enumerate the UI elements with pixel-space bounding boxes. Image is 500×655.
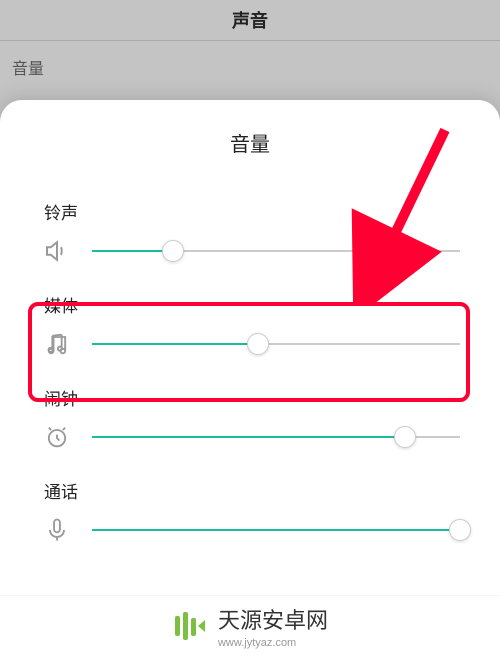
volume-modal: 音量 铃声 媒体 xyxy=(0,100,500,655)
volume-row-alarm: 闹钟 xyxy=(0,379,500,472)
modal-title: 音量 xyxy=(0,128,500,157)
media-label: 媒体 xyxy=(44,292,460,317)
ringtone-slider[interactable] xyxy=(92,239,460,263)
microphone-icon xyxy=(40,513,74,547)
volume-row-call: 通话 xyxy=(0,472,500,565)
page-header: 声音 xyxy=(0,0,500,40)
bg-section-label: 音量 xyxy=(0,41,500,87)
call-label: 通话 xyxy=(44,478,460,503)
call-slider[interactable] xyxy=(92,518,460,542)
alarm-label: 闹钟 xyxy=(44,385,460,410)
music-note-icon xyxy=(40,327,74,361)
watermark-title: 天源安卓网 xyxy=(218,603,328,635)
volume-row-media: 媒体 xyxy=(0,286,500,379)
watermark: 天源安卓网 www.jytyaz.com xyxy=(0,595,500,655)
clock-icon xyxy=(40,420,74,454)
watermark-logo-icon xyxy=(172,608,208,644)
watermark-url: www.jytyaz.com xyxy=(218,637,328,649)
speaker-icon xyxy=(40,234,74,268)
volume-row-ringtone: 铃声 xyxy=(0,193,500,286)
media-slider[interactable] xyxy=(92,332,460,356)
page-title: 声音 xyxy=(232,7,268,33)
alarm-slider[interactable] xyxy=(92,425,460,449)
ringtone-label: 铃声 xyxy=(44,199,460,224)
